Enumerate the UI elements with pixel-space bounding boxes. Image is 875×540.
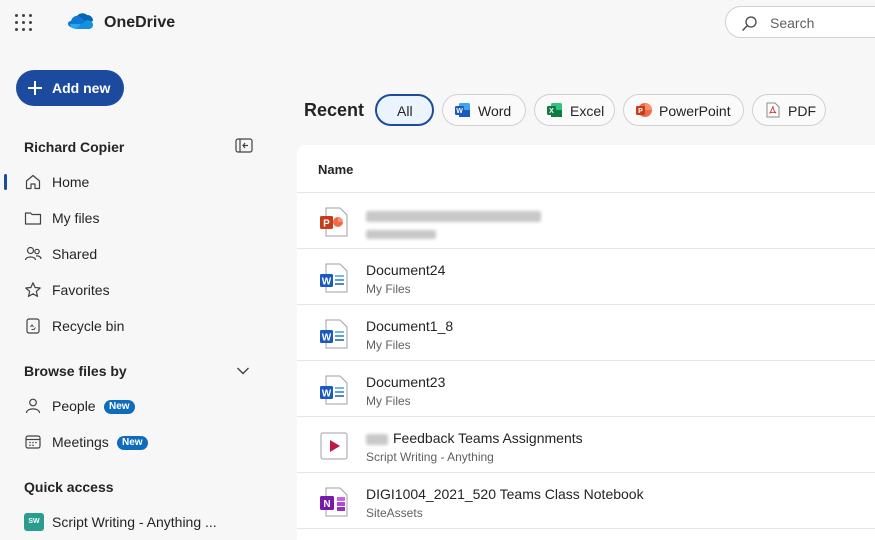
sidebar-item-label: Recycle bin [52, 318, 125, 334]
search-box[interactable]: Search [725, 6, 875, 38]
svg-text:W: W [322, 277, 332, 288]
video-file-icon [320, 432, 348, 460]
sidebar-item-label: Favorites [52, 282, 110, 298]
star-icon [25, 282, 41, 297]
file-row[interactable]: W Document23 My Files [297, 361, 875, 417]
powerpoint-icon: P [636, 103, 652, 117]
word-file-icon: W [320, 375, 348, 405]
sidebar-item-label: People [52, 398, 96, 414]
new-badge: New [117, 436, 148, 450]
sidebar-item-meetings[interactable]: Meetings New [0, 424, 270, 460]
file-location: My Files [366, 338, 411, 352]
new-badge: New [104, 400, 135, 414]
svg-text:P: P [638, 108, 643, 115]
file-row[interactable]: N DIGI1004_2021_520 Teams Class Notebook… [297, 473, 875, 529]
column-header-name[interactable]: Name [318, 162, 353, 177]
sidebar-item-label: Shared [52, 246, 98, 262]
sidebar-item-label: Meetings [52, 434, 109, 450]
word-file-icon: W [320, 319, 348, 349]
app-launcher-icon[interactable] [15, 14, 33, 32]
filter-label: PDF [788, 103, 816, 119]
file-name[interactable]: Document23 [366, 374, 445, 390]
svg-text:W: W [456, 108, 463, 115]
people-icon [24, 246, 42, 261]
sidebar-item-my-files[interactable]: My files [0, 200, 270, 236]
user-name: Richard Copier [24, 139, 125, 155]
file-row[interactable]: P [297, 193, 875, 249]
excel-icon: X [547, 103, 562, 117]
sidebar-item-recycle-bin[interactable]: Recycle bin [0, 308, 270, 344]
file-name[interactable]: Document24 [366, 262, 445, 278]
file-row[interactable]: W Document1_8 My Files [297, 305, 875, 361]
sidebar-item-favorites[interactable]: Favorites [0, 272, 270, 308]
recycle-bin-icon [26, 318, 40, 334]
site-avatar-icon: SW [24, 513, 44, 531]
chevron-down-icon[interactable] [236, 366, 250, 376]
plus-icon [28, 81, 42, 95]
sidebar-item-people[interactable]: People New [0, 388, 270, 424]
svg-text:N: N [323, 499, 330, 510]
filter-excel-button[interactable]: X Excel [534, 94, 615, 126]
calendar-icon [25, 435, 41, 449]
active-indicator [4, 174, 7, 190]
file-name-text: Feedback Teams Assignments [393, 430, 583, 446]
svg-text:W: W [322, 333, 332, 344]
powerpoint-file-icon: P [320, 207, 348, 237]
onedrive-logo-icon [68, 13, 93, 29]
home-icon [25, 174, 41, 190]
filter-label: PowerPoint [659, 103, 731, 119]
sidebar-item-shared[interactable]: Shared [0, 236, 270, 272]
quick-access-heading: Quick access [24, 479, 114, 495]
file-name[interactable]: Feedback Teams Assignments [366, 430, 583, 446]
word-icon: W [455, 103, 470, 117]
filter-all-button[interactable]: All [375, 94, 434, 126]
onenote-file-icon: N [320, 487, 348, 517]
sidebar-item-label: My files [52, 210, 100, 226]
svg-text:W: W [322, 389, 332, 400]
recent-heading: Recent [304, 100, 365, 120]
word-file-icon: W [320, 263, 348, 293]
file-location: My Files [366, 282, 411, 296]
file-list: Name P W Document24 My Files W Document1… [297, 145, 875, 540]
sidebar-item-home[interactable]: Home [0, 164, 270, 200]
filter-powerpoint-button[interactable]: P PowerPoint [623, 94, 744, 126]
file-row[interactable]: W Document24 My Files [297, 249, 875, 305]
add-new-button[interactable]: Add new [16, 70, 124, 106]
folder-icon [24, 212, 42, 225]
search-placeholder: Search [770, 15, 815, 31]
filter-word-button[interactable]: W Word [442, 94, 526, 126]
sidebar-item-label: Home [52, 174, 90, 190]
search-icon [742, 16, 757, 31]
file-name[interactable]: DIGI1004_2021_520 Teams Class Notebook [366, 486, 644, 502]
file-location: SiteAssets [366, 506, 423, 520]
collapse-pane-icon[interactable] [235, 138, 253, 154]
quick-access-item[interactable]: Script Writing - Anything ... [52, 514, 217, 530]
file-row[interactable]: Feedback Teams Assignments Script Writin… [297, 417, 875, 473]
file-name[interactable]: Document1_8 [366, 318, 453, 334]
file-location-obscured [366, 227, 436, 241]
file-location: My Files [366, 394, 411, 408]
pdf-icon [766, 102, 780, 118]
svg-text:X: X [549, 108, 554, 115]
person-icon [25, 398, 41, 414]
app-title[interactable]: OneDrive [104, 14, 175, 32]
filter-label: All [397, 103, 413, 119]
browse-files-heading[interactable]: Browse files by [24, 363, 127, 379]
add-new-label: Add new [52, 80, 111, 96]
file-name-obscured [366, 207, 541, 223]
filter-label: Excel [570, 103, 605, 119]
svg-text:P: P [323, 219, 330, 230]
file-location: Script Writing - Anything [366, 450, 494, 464]
filter-label: Word [478, 103, 512, 119]
filter-pdf-button[interactable]: PDF [752, 94, 826, 126]
